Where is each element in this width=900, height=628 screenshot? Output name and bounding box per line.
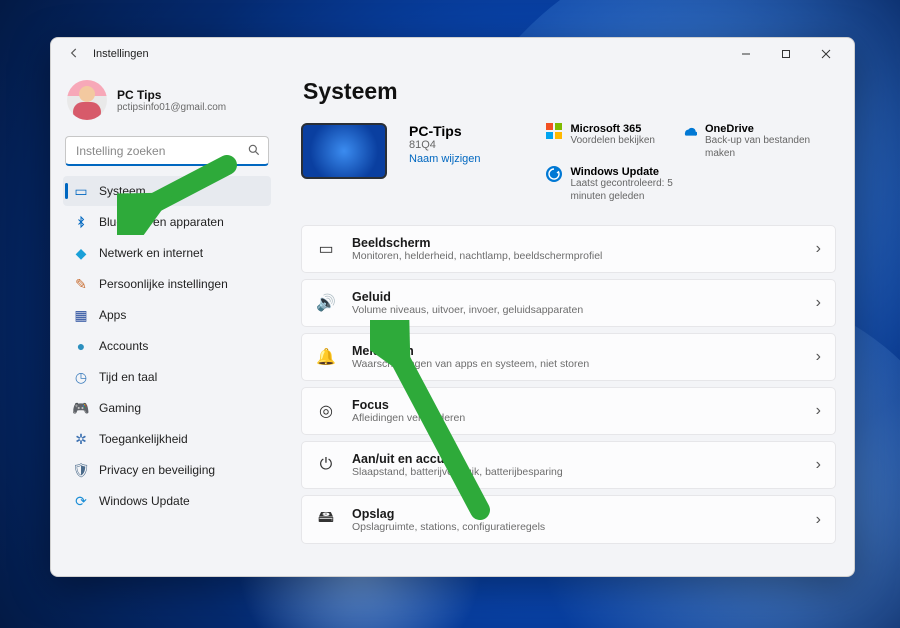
sidebar: PC Tips pctipsinfo01@gmail.com ▭ Systeem: [51, 70, 281, 576]
nav-list: ▭ Systeem Bluetooth en apparaten ◆ Netwe…: [63, 176, 271, 516]
sidebar-item-label: Systeem: [99, 184, 146, 198]
window-title: Instellingen: [93, 48, 149, 60]
pc-name: PC-Tips: [409, 123, 481, 139]
tiles-scroll[interactable]: ▭ BeeldschermMonitoren, helderheid, nach…: [301, 225, 854, 576]
sidebar-item-label: Netwerk en internet: [99, 246, 203, 260]
tile-sound[interactable]: 🔊 GeluidVolume niveaus, uitvoer, invoer,…: [301, 279, 836, 327]
sidebar-item-label: Privacy en beveiliging: [99, 463, 215, 477]
display-icon: ▭: [316, 239, 336, 259]
rename-pc-link[interactable]: Naam wijzigen: [409, 153, 481, 165]
pc-model: 81Q4: [409, 139, 481, 151]
search-icon: [247, 143, 261, 162]
update-circle-icon: [546, 166, 562, 182]
sidebar-item-bluetooth[interactable]: Bluetooth en apparaten: [63, 207, 271, 237]
sidebar-item-label: Gaming: [99, 401, 141, 415]
sidebar-item-privacy[interactable]: 🛡 Privacy en beveiliging: [63, 455, 271, 485]
sidebar-item-gaming[interactable]: 🎮 Gaming: [63, 393, 271, 423]
minimize-button[interactable]: [726, 38, 766, 70]
power-icon: ⏻: [316, 456, 336, 474]
avatar: [67, 80, 107, 120]
profile-block[interactable]: PC Tips pctipsinfo01@gmail.com: [63, 76, 271, 134]
maximize-button[interactable]: [766, 38, 806, 70]
focus-icon: ◎: [316, 401, 336, 421]
gamepad-icon: 🎮: [73, 400, 89, 416]
card-onedrive[interactable]: OneDriveBack-up van bestanden maken: [681, 123, 836, 160]
chevron-right-icon: ›: [816, 240, 821, 258]
search-box[interactable]: [65, 136, 269, 166]
person-icon: ●: [73, 338, 89, 354]
system-info-row: PC-Tips 81Q4 Naam wijzigen Microsoft 365…: [301, 123, 854, 203]
update-icon: ⟳: [73, 493, 89, 509]
tile-power[interactable]: ⏻ Aan/uit en accuSlaapstand, batterijver…: [301, 441, 836, 489]
sidebar-item-accessibility[interactable]: ✲ Toegankelijkheid: [63, 424, 271, 454]
onedrive-icon: [681, 123, 697, 139]
chevron-right-icon: ›: [816, 511, 821, 529]
sidebar-item-update[interactable]: ⟳ Windows Update: [63, 486, 271, 516]
page-title: Systeem: [303, 78, 854, 105]
m365-icon: [546, 123, 562, 139]
chevron-right-icon: ›: [816, 294, 821, 312]
profile-email: pctipsinfo01@gmail.com: [117, 102, 226, 113]
card-windows-update[interactable]: Windows UpdateLaatst gecontroleerd: 5 mi…: [546, 166, 701, 203]
sidebar-item-apps[interactable]: ▦ Apps: [63, 300, 271, 330]
wifi-icon: ◆: [73, 245, 89, 261]
apps-icon: ▦: [73, 307, 89, 323]
brush-icon: ✎: [73, 276, 89, 292]
chevron-right-icon: ›: [816, 456, 821, 474]
chevron-right-icon: ›: [816, 348, 821, 366]
sidebar-item-network[interactable]: ◆ Netwerk en internet: [63, 238, 271, 268]
bluetooth-icon: [73, 214, 89, 230]
back-button[interactable]: [65, 46, 83, 63]
sidebar-item-label: Windows Update: [99, 494, 190, 508]
sidebar-item-label: Toegankelijkheid: [99, 432, 188, 446]
sidebar-item-label: Tijd en taal: [99, 370, 157, 384]
tile-storage[interactable]: 🖴 OpslagOpslagruimte, stations, configur…: [301, 495, 836, 544]
sidebar-item-label: Accounts: [99, 339, 148, 353]
sidebar-item-accounts[interactable]: ● Accounts: [63, 331, 271, 361]
shield-icon: 🛡: [73, 462, 89, 478]
chevron-right-icon: ›: [816, 402, 821, 420]
clock-icon: ◷: [73, 369, 89, 385]
sound-icon: 🔊: [316, 293, 336, 313]
sidebar-item-time[interactable]: ◷ Tijd en taal: [63, 362, 271, 392]
search-input[interactable]: [65, 136, 269, 166]
profile-name: PC Tips: [117, 88, 226, 102]
monitor-icon: ▭: [73, 183, 89, 199]
settings-window: Instellingen PC Tips pctipsinfo01@gmail.…: [50, 37, 855, 577]
main-pane: Systeem PC-Tips 81Q4 Naam wijzigen Micro…: [281, 70, 854, 576]
card-m365[interactable]: Microsoft 365Voordelen bekijken: [546, 123, 655, 160]
sidebar-item-personal[interactable]: ✎ Persoonlijke instellingen: [63, 269, 271, 299]
accessibility-icon: ✲: [73, 431, 89, 447]
sidebar-item-label: Persoonlijke instellingen: [99, 277, 228, 291]
tile-notifications[interactable]: 🔔 MeldingenWaarschuwingen van apps en sy…: [301, 333, 836, 381]
pc-thumbnail: [301, 123, 387, 179]
sidebar-item-label: Bluetooth en apparaten: [99, 215, 224, 229]
storage-icon: 🖴: [316, 506, 336, 533]
titlebar: Instellingen: [51, 38, 854, 70]
sidebar-item-label: Apps: [99, 308, 126, 322]
bell-icon: 🔔: [316, 347, 336, 367]
close-button[interactable]: [806, 38, 846, 70]
tile-focus[interactable]: ◎ FocusAfleidingen verminderen ›: [301, 387, 836, 435]
tile-display[interactable]: ▭ BeeldschermMonitoren, helderheid, nach…: [301, 225, 836, 273]
sidebar-item-system[interactable]: ▭ Systeem: [63, 176, 271, 206]
